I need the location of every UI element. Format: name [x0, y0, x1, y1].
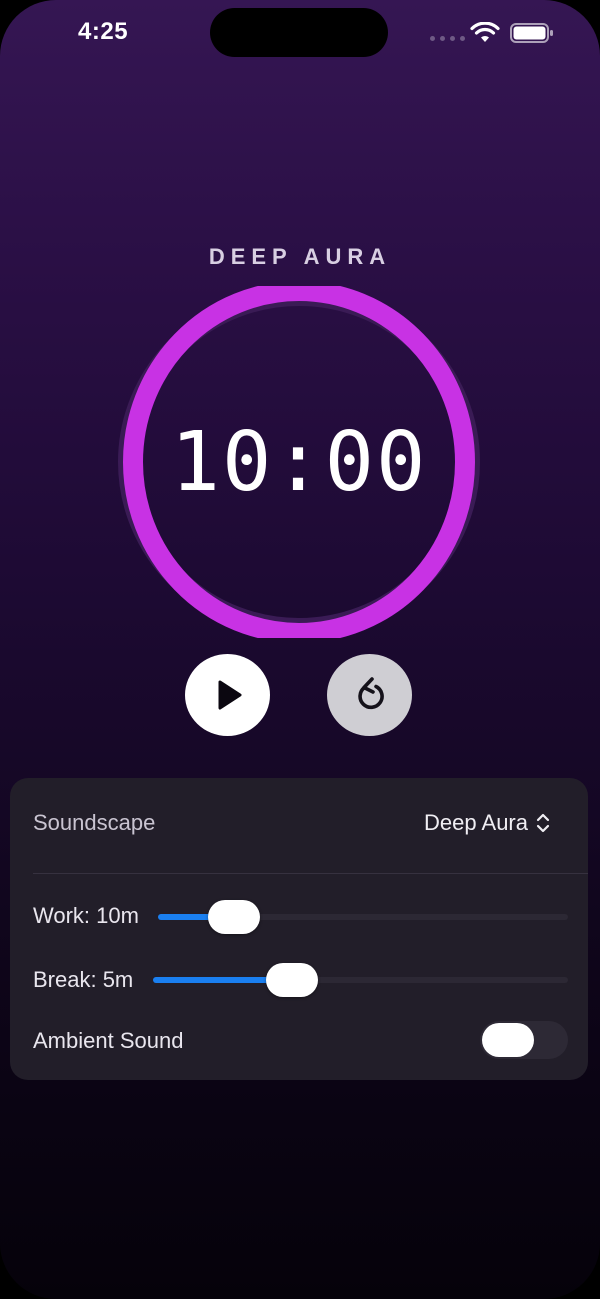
reset-icon [357, 677, 384, 710]
break-slider[interactable] [153, 963, 568, 997]
status-time: 4:25 [78, 18, 129, 45]
chevron-up-down-icon [536, 813, 550, 833]
divider [33, 873, 588, 874]
work-label: Work: 10m [33, 903, 139, 928]
ambient-sound-toggle[interactable] [480, 1021, 568, 1059]
break-label: Break: 5m [33, 967, 134, 992]
soundscape-label: Soundscape [33, 810, 156, 835]
settings-card: Soundscape Deep Aura Work: 10m Break: 5m… [10, 778, 588, 1080]
play-button[interactable] [185, 654, 270, 736]
battery-icon [510, 23, 553, 43]
cellular-signal-icon [430, 36, 465, 41]
work-slider-thumb[interactable] [208, 900, 261, 934]
play-icon [218, 680, 241, 710]
timer-ring: 10:00 [118, 286, 480, 638]
timer-display: 10:00 [170, 414, 428, 510]
app-screen: 4:25 DEEP AURA 10:00 Soundscape Deep Aur… [0, 0, 600, 1299]
break-slider-thumb[interactable] [265, 963, 318, 997]
reset-button[interactable] [327, 654, 412, 736]
soundscape-value: Deep Aura [424, 810, 528, 835]
work-slider[interactable] [158, 900, 568, 934]
wifi-icon [470, 22, 500, 42]
status-bar: 4:25 [0, 0, 600, 64]
ambient-sound-label: Ambient Sound [33, 1028, 184, 1053]
dynamic-island [210, 8, 388, 57]
session-title: DEEP AURA [208, 244, 392, 269]
ambient-sound-toggle-knob [482, 1023, 534, 1057]
soundscape-picker[interactable]: Deep Aura [424, 810, 550, 836]
